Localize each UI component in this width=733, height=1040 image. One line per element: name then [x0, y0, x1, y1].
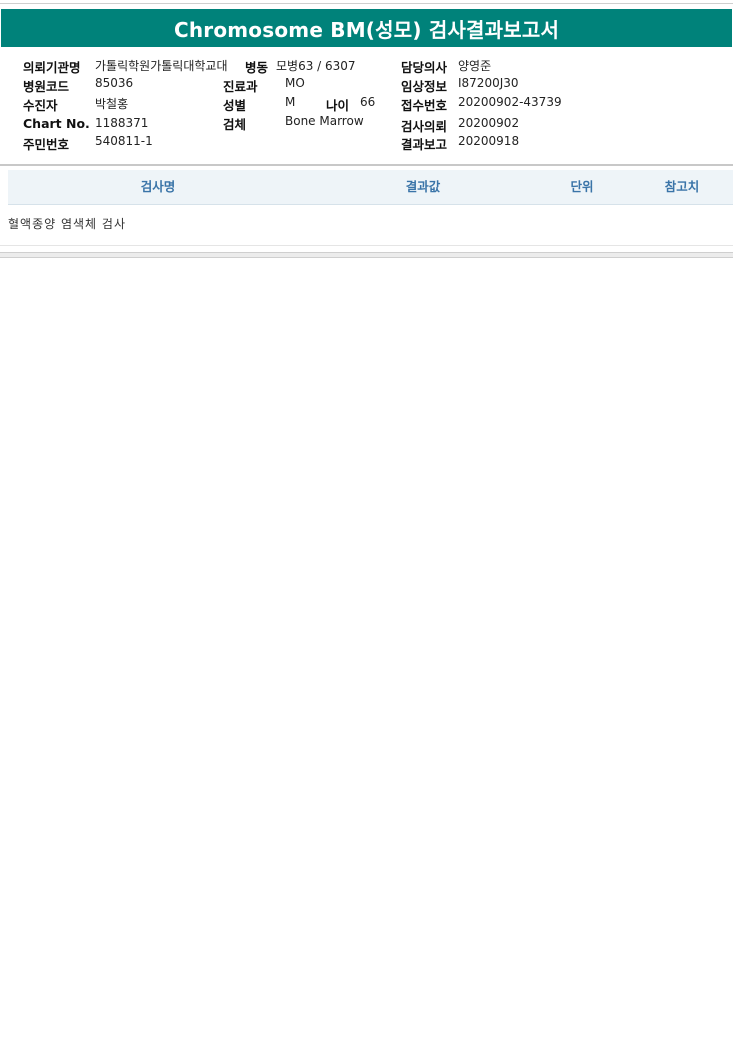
bottom-divider: [0, 252, 733, 258]
request-date-label: 검사의뢰: [401, 119, 448, 134]
request-date-value: 20200902: [458, 116, 520, 130]
header-unit: 단위: [570, 179, 594, 194]
age-value: 66: [360, 95, 376, 109]
chart-no-value: 1188371: [95, 116, 149, 130]
header-test-name: 검사명: [140, 179, 176, 194]
institution-label: 의뢰기관명: [23, 60, 81, 75]
report-page: Chromosome BM(성모) 검사결과보고서 의뢰기관명 가톨릭학원가톨릭…: [0, 0, 733, 1040]
table-row: 혈액종양 염색체 검사: [0, 205, 733, 246]
ward-value: 모병63 / 6307: [276, 59, 356, 73]
specimen-label: 검체: [223, 117, 247, 132]
resident-no-value: 540811-1: [95, 134, 153, 148]
department-label: 진료과: [223, 79, 258, 94]
age-label: 나이: [326, 98, 350, 113]
receipt-no-value: 20200902-43739: [458, 95, 562, 109]
result-table: 검사명 결과값 단위 참고치 혈액종양 염색체 검사: [0, 170, 733, 246]
header-reference: 참고치: [664, 179, 700, 194]
chart-no-label: Chart No.: [23, 116, 90, 131]
ward-label: 병동: [245, 60, 269, 75]
report-date-label: 결과보고: [401, 137, 448, 152]
doctor-label: 담당의사: [401, 60, 448, 75]
receipt-no-label: 접수번호: [401, 98, 448, 113]
institution-value: 가톨릭학원가톨릭대학교대: [95, 59, 228, 73]
doctor-value: 양영준: [458, 59, 492, 73]
patient-label: 수진자: [23, 98, 58, 113]
report-date-value: 20200918: [458, 134, 520, 148]
header-result: 결과값: [405, 179, 441, 194]
resident-no-label: 주민번호: [23, 137, 70, 152]
patient-info-section: 의뢰기관명 가톨릭학원가톨릭대학교대 병동 모병63 / 6307 담당의사 양…: [0, 47, 733, 164]
table-header: 검사명 결과값 단위 참고치: [8, 170, 733, 205]
top-border: [0, 3, 733, 4]
hospital-code-value: 85036: [95, 76, 134, 90]
sex-value: M: [285, 95, 296, 109]
hospital-code-label: 병원코드: [23, 79, 70, 94]
specimen-value: Bone Marrow: [285, 114, 364, 128]
clinical-info-value: I87200J30: [458, 76, 519, 90]
patient-value: 박철홍: [95, 97, 129, 111]
report-title: Chromosome BM(성모) 검사결과보고서: [1, 9, 732, 47]
sex-label: 성별: [223, 98, 247, 113]
department-value: MO: [285, 76, 305, 90]
row-test-name: 혈액종양 염색체 검사: [8, 217, 126, 231]
clinical-info-label: 임상정보: [401, 79, 448, 94]
section-divider: [0, 164, 733, 166]
